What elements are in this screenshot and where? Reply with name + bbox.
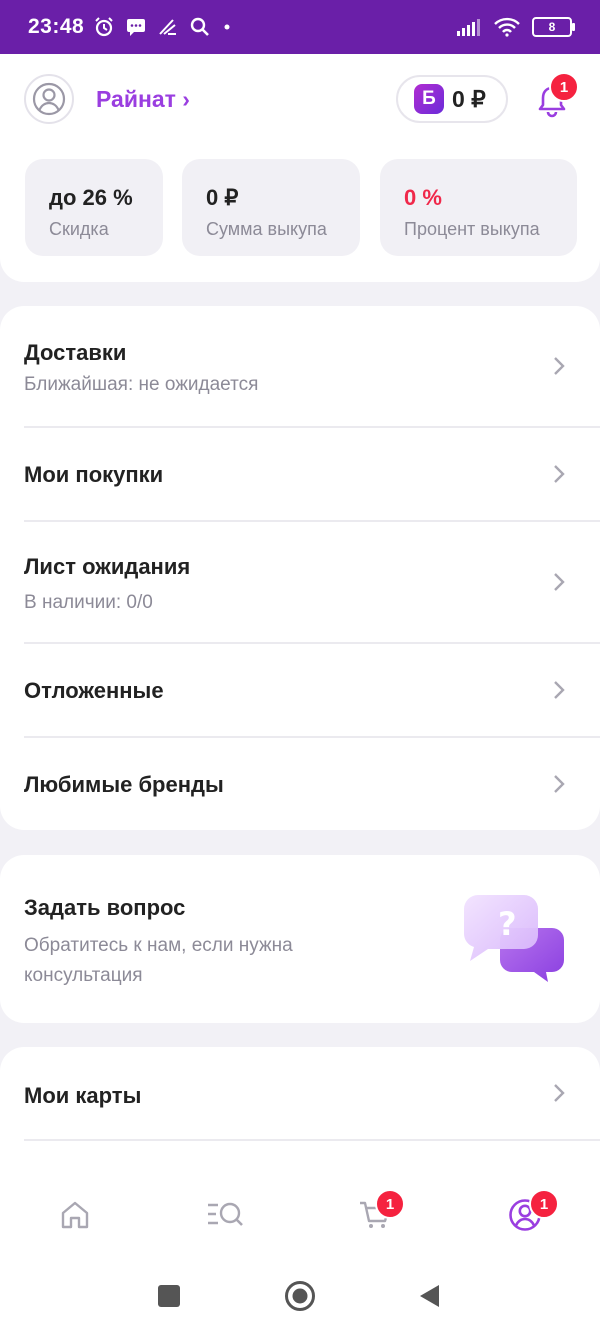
system-navigation-bar [0, 1262, 600, 1332]
notifications-button[interactable]: 1 [536, 72, 579, 118]
stat-discount: до 26 % Скидка [25, 159, 163, 256]
menu-item-title: Доставки [24, 340, 127, 365]
ask-question-text: Обратитесь к нам, если нужна консультаци… [24, 935, 293, 986]
battery-level: 8 [548, 20, 556, 34]
stat-value: до 26 % [49, 185, 133, 210]
stat-label: Сумма выкупа [206, 219, 327, 239]
menu-item-purchases[interactable]: Мои покупки [24, 428, 600, 520]
stat-value: 0 ₽ [206, 185, 239, 210]
chevron-right-icon [554, 1084, 565, 1102]
menu-item-title: Мои карты [24, 1083, 142, 1108]
svg-text:?: ? [498, 905, 517, 943]
search-icon [191, 17, 210, 36]
menu-item-title: Мои покупки [24, 462, 164, 487]
cart-badge: 1 [375, 1189, 405, 1219]
chevron-right-icon [554, 573, 565, 591]
menu-item-deliveries[interactable]: Доставки Ближайшая: не ожидается [24, 306, 600, 426]
stat-label: Процент выкупа [404, 219, 540, 239]
recent-apps-icon[interactable] [158, 1285, 180, 1307]
battery-icon: 8 [532, 17, 575, 37]
app-icon [159, 19, 177, 35]
catalog-search-icon [208, 1202, 243, 1226]
profile-header: Райнат › Б 0 ₽ 1 до 26 % Скидка 0 ₽ Сумм… [0, 54, 600, 282]
back-icon[interactable] [418, 1284, 440, 1308]
menu-item-postponed[interactable]: Отложенные [24, 644, 600, 736]
chevron-right-icon [554, 357, 565, 375]
status-bar: 23:48 8 [0, 0, 600, 54]
menu-item-title: Отложенные [24, 678, 164, 703]
notifications-badge: 1 [549, 72, 579, 102]
message-icon [127, 19, 146, 36]
stat-label: Скидка [49, 219, 109, 239]
signal-icon [457, 19, 480, 36]
bottom-navigation: 1 1 [0, 1172, 600, 1262]
menu-item-title: Лист ожидания [24, 554, 191, 579]
nav-home[interactable] [50, 1190, 100, 1240]
profile-badge: 1 [529, 1189, 559, 1219]
menu-item-subtitle: Ближайшая: не ожидается [24, 374, 259, 395]
avatar[interactable] [24, 74, 74, 124]
balance-button[interactable]: Б 0 ₽ [396, 75, 508, 123]
menu-item-waitlist[interactable]: Лист ожидания В наличии: 0/0 [24, 522, 600, 642]
chat-question-icon: ? [464, 895, 564, 982]
balance-value: 0 ₽ [452, 85, 486, 112]
home-icon [61, 1201, 89, 1229]
user-name-link[interactable]: Райнат › [96, 86, 190, 113]
stat-buyout-sum: 0 ₽ Сумма выкупа [182, 159, 360, 256]
menu-card: Доставки Ближайшая: не ожидается Мои пок… [0, 306, 600, 830]
alarm-icon [95, 17, 113, 37]
home-button-icon[interactable] [284, 1280, 316, 1312]
menu-item-my-cards[interactable]: Мои карты [24, 1047, 600, 1139]
status-time: 23:48 [28, 15, 85, 38]
menu-item-favorite-brands[interactable]: Любимые бренды [24, 738, 600, 830]
nav-profile[interactable]: 1 [500, 1189, 559, 1240]
stat-buyout-percent: 0 % Процент выкупа [380, 159, 577, 256]
ask-question-title: Задать вопрос [24, 895, 186, 920]
ask-question-card[interactable]: Задать вопрос Обратитесь к нам, если нуж… [0, 855, 600, 1023]
nav-catalog[interactable] [200, 1190, 250, 1240]
chevron-right-icon [554, 465, 565, 483]
divider [24, 1139, 600, 1141]
menu-item-subtitle: В наличии: 0/0 [24, 592, 153, 613]
dot-icon [224, 24, 230, 30]
balance-badge-icon: Б [414, 84, 444, 114]
stat-value: 0 % [404, 185, 442, 210]
chevron-right-icon [554, 775, 565, 793]
wifi-icon [494, 17, 520, 37]
chevron-right-icon [554, 681, 565, 699]
menu-item-title: Любимые бренды [24, 772, 224, 797]
nav-cart[interactable]: 1 [350, 1189, 405, 1240]
user-avatar-icon [32, 82, 66, 116]
